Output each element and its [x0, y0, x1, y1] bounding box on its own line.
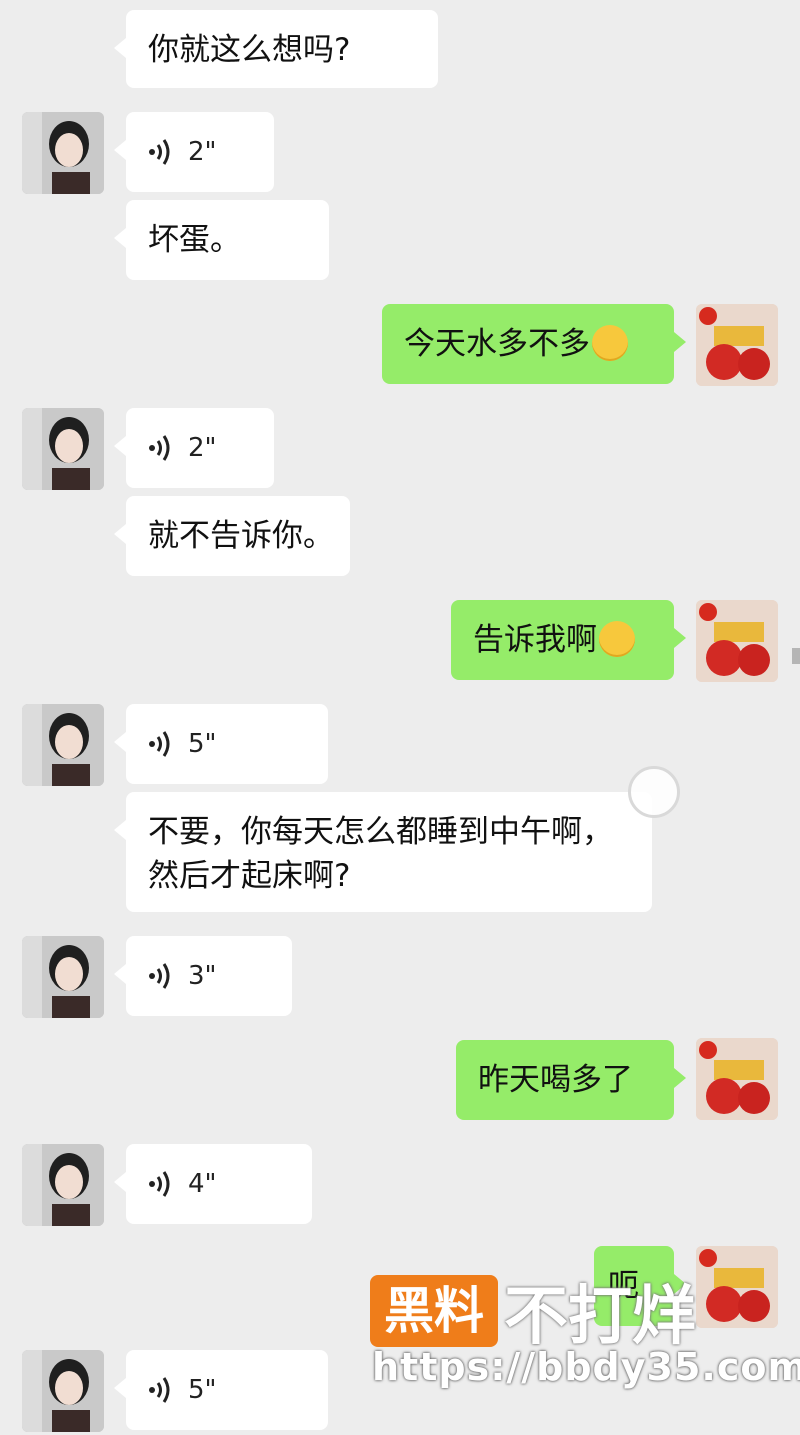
voice-wave-icon	[149, 1377, 170, 1403]
watermark-text: 不打烊	[504, 1280, 696, 1354]
voice-message[interactable]: 3"	[114, 936, 292, 1016]
message-bubble-text[interactable]: 你就这么想吗?	[114, 10, 438, 88]
voice-duration: 5"	[188, 1375, 217, 1405]
voice-message[interactable]: 2"	[114, 112, 274, 192]
message-bubble-text[interactable]: 不要，你每天怎么都睡到中午啊，然后才起床啊?	[114, 792, 652, 912]
female-avatar-icon	[22, 1144, 104, 1226]
female-avatar-icon	[22, 704, 104, 786]
watermark: 黑料 不打烊	[370, 1265, 696, 1357]
voice-wave-icon	[149, 1171, 170, 1197]
message-bubble-sent[interactable]: 告诉我啊	[451, 600, 686, 680]
message-bubble-sent[interactable]: 今天水多不多	[382, 304, 686, 384]
female-avatar-icon	[22, 408, 104, 490]
my-avatar[interactable]	[696, 1246, 778, 1328]
kissing-emoji-icon	[599, 620, 635, 657]
voice-message[interactable]: 5"	[114, 704, 328, 784]
voice-wave-icon	[149, 435, 170, 461]
voice-wave-icon	[149, 139, 170, 165]
voice-message[interactable]: 4"	[114, 1144, 312, 1224]
female-avatar-icon	[22, 936, 104, 1018]
my-avatar[interactable]	[696, 304, 778, 386]
voice-duration: 2"	[188, 433, 217, 463]
voice-duration: 4"	[188, 1169, 217, 1199]
voice-duration: 5"	[188, 729, 217, 759]
contact-avatar[interactable]	[22, 704, 104, 786]
voice-message[interactable]: 2"	[114, 408, 274, 488]
my-avatar[interactable]	[696, 1038, 778, 1120]
voice-duration: 2"	[188, 137, 217, 167]
lucky-bags-avatar-icon	[696, 304, 778, 386]
message-bubble-sent[interactable]: 昨天喝多了	[456, 1040, 686, 1120]
watermark-badge: 黑料	[370, 1275, 498, 1347]
message-text: 昨天喝多了	[478, 1062, 633, 1098]
grinning-emoji-icon	[592, 324, 628, 361]
contact-avatar[interactable]	[22, 408, 104, 490]
message-text: 坏蛋。	[148, 222, 241, 258]
contact-avatar[interactable]	[22, 936, 104, 1018]
contact-avatar[interactable]	[22, 112, 104, 194]
female-avatar-icon	[22, 1350, 104, 1432]
message-text: 告诉我啊	[473, 622, 597, 658]
lucky-bags-avatar-icon	[696, 1038, 778, 1120]
lucky-bags-avatar-icon	[696, 600, 778, 682]
voice-wave-icon	[149, 731, 170, 757]
message-bubble-text[interactable]: 就不告诉你。	[114, 496, 350, 576]
message-text: 今天水多不多	[404, 326, 590, 362]
watermark-url: https://bbdy35.com	[372, 1345, 800, 1389]
message-text: 就不告诉你。	[148, 518, 334, 554]
contact-avatar[interactable]	[22, 1144, 104, 1226]
voice-message[interactable]: 5"	[114, 1350, 328, 1430]
floating-assist-button[interactable]	[628, 766, 680, 818]
message-text: 不要，你每天怎么都睡到中午啊，然后才起床啊?	[148, 814, 613, 894]
message-text: 你就这么想吗?	[148, 32, 351, 68]
scroll-indicator	[792, 648, 800, 664]
my-avatar[interactable]	[696, 600, 778, 682]
female-avatar-icon	[22, 112, 104, 194]
message-bubble-text[interactable]: 坏蛋。	[114, 200, 329, 280]
voice-duration: 3"	[188, 961, 217, 991]
voice-wave-icon	[149, 963, 170, 989]
lucky-bags-avatar-icon	[696, 1246, 778, 1328]
contact-avatar[interactable]	[22, 1350, 104, 1432]
